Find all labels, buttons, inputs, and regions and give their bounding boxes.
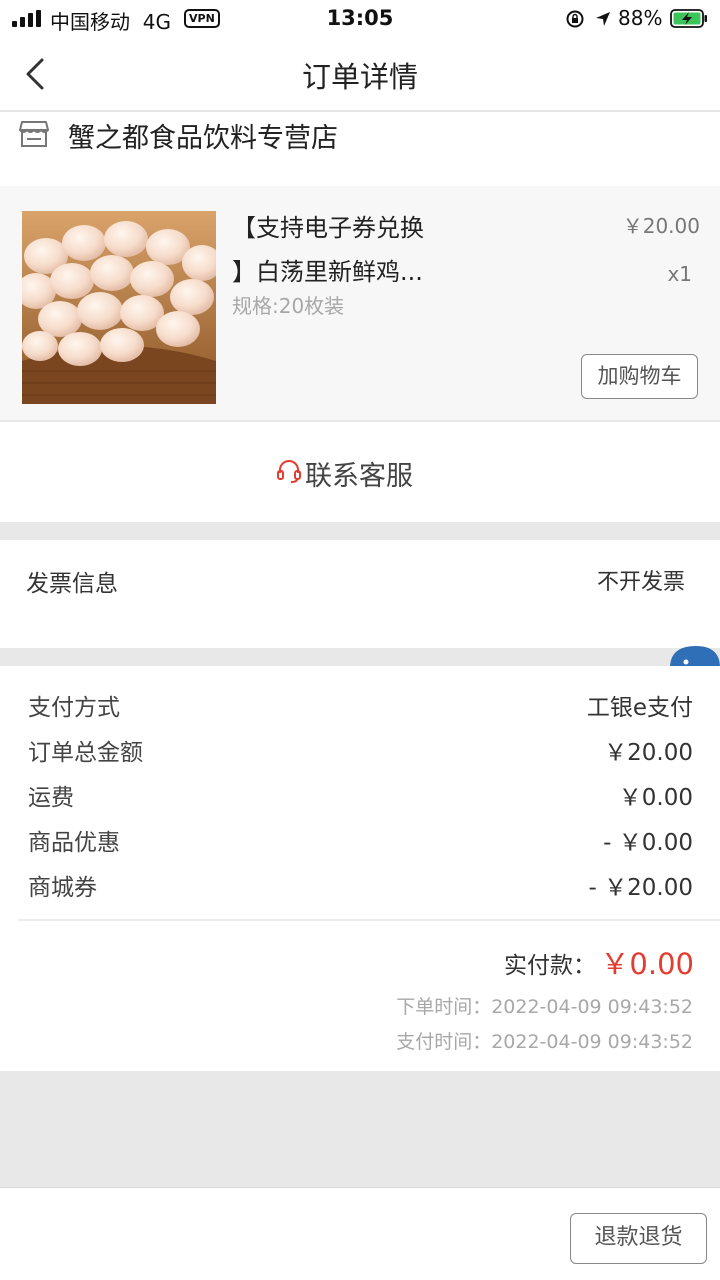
battery-percentage: 88%	[618, 6, 663, 30]
product-spec: 规格:20枚装	[232, 294, 345, 318]
product-quantity: x1	[667, 262, 692, 286]
invoice-row: 发票信息 不开发票	[0, 540, 720, 648]
payment-time: 支付时间：2022-04-09 09:43:52	[396, 1031, 693, 1053]
mall-coupon-value: - ￥20.00	[588, 875, 693, 901]
contact-service-button[interactable]: 联系客服	[0, 422, 720, 522]
bottom-action-bar: 退款退货	[0, 1187, 720, 1280]
location-icon	[596, 12, 610, 26]
product-discount-value: - ￥0.00	[603, 830, 693, 856]
invoice-value: 不开发票	[596, 570, 685, 595]
product-title-line1[interactable]: 【支持电子券兑换	[232, 208, 424, 243]
product-price: ￥20.00	[622, 214, 700, 238]
mall-coupon-label: 商城券	[28, 875, 97, 901]
add-to-cart-button[interactable]: 加购物车	[581, 354, 698, 399]
store-icon	[19, 121, 49, 147]
section-divider	[0, 522, 720, 540]
payment-details: 支付方式 工银e支付 订单总金额 ￥20.00 运费 ￥0.00 商品优惠 - …	[0, 666, 720, 1071]
payment-method-value: 工银e支付	[586, 695, 693, 721]
status-bar: 中国移动 4G VPN 13:05 88%	[0, 0, 720, 40]
shipping-label: 运费	[28, 785, 74, 811]
refund-return-button[interactable]: 退款退货	[570, 1213, 707, 1264]
amount-paid-value: ￥0.00	[600, 947, 694, 981]
order-total-value: ￥20.00	[604, 740, 693, 766]
nav-bar: 订单详情	[0, 40, 720, 112]
product-card[interactable]: 【支持电子券兑换 】白荡里新鲜鸡... 规格:20枚装 ￥20.00 x1 加购…	[0, 186, 720, 422]
page-title: 订单详情	[301, 60, 418, 94]
product-title-line2[interactable]: 】白荡里新鲜鸡...	[232, 252, 423, 287]
product-image[interactable]	[22, 211, 216, 404]
invoice-label: 发票信息	[26, 571, 118, 597]
battery-charging-icon	[670, 9, 707, 28]
headset-icon	[277, 460, 301, 483]
contact-service-label[interactable]: 联系客服	[305, 454, 413, 493]
store-name[interactable]: 蟹之都食品饮料专营店	[68, 116, 338, 155]
order-total-label: 订单总金额	[28, 740, 143, 766]
empty-area	[0, 1071, 720, 1187]
section-divider	[0, 648, 720, 666]
details-divider	[18, 919, 720, 921]
store-header[interactable]: 蟹之都食品饮料专营店	[0, 112, 720, 186]
orientation-lock-icon	[566, 10, 584, 28]
status-time: 13:05	[326, 6, 394, 30]
order-time: 下单时间：2022-04-09 09:43:52	[396, 996, 693, 1018]
payment-method-label: 支付方式	[28, 695, 120, 721]
shipping-value: ￥0.00	[618, 785, 693, 811]
product-discount-label: 商品优惠	[28, 830, 120, 856]
